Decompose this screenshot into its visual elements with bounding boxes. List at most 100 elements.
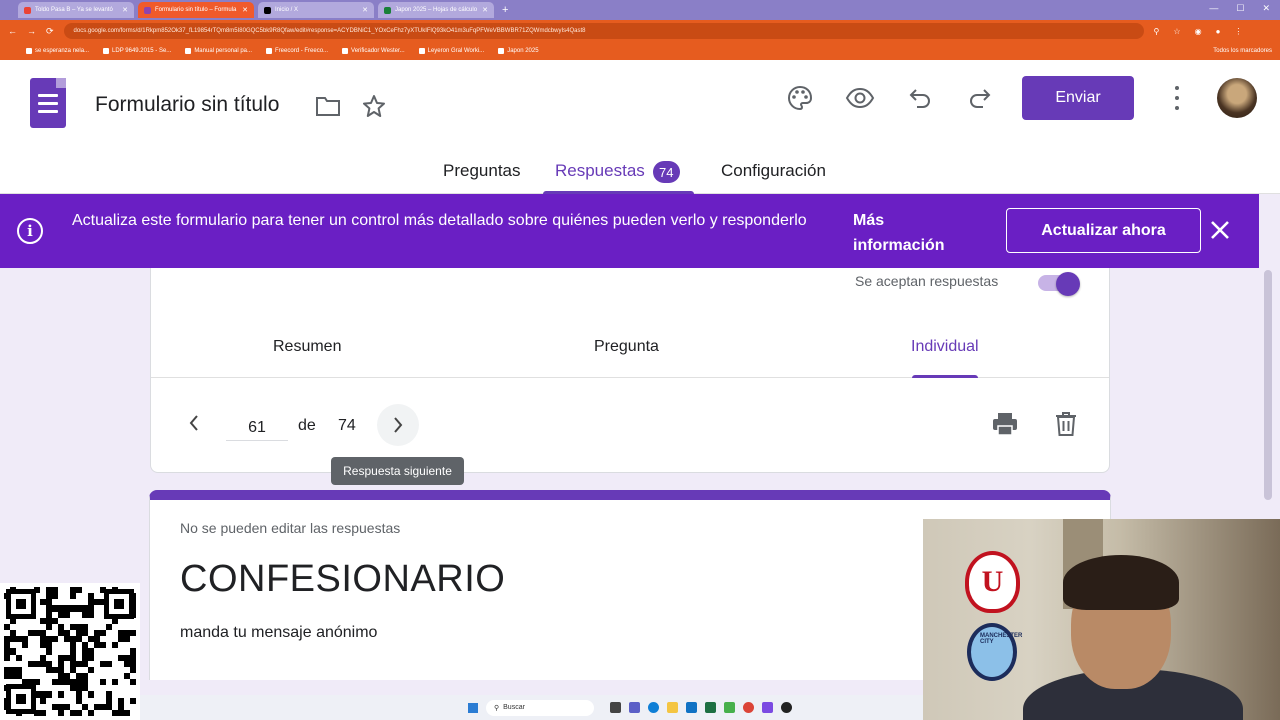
logo-line: [38, 102, 58, 105]
reload-icon[interactable]: ⟳: [46, 26, 54, 37]
browser-tab[interactable]: Inicio / X ✕: [258, 2, 374, 18]
windows-start-icon[interactable]: [468, 702, 478, 713]
close-tab-icon[interactable]: ✕: [122, 6, 128, 14]
close-tab-icon[interactable]: ✕: [242, 6, 248, 14]
bookmark-icon: [342, 48, 349, 54]
browser-tab-strip: Toldo Pasa B – Ya se levantó ✕ Formulario…: [0, 0, 1280, 20]
logo-line: [38, 110, 58, 113]
maximize-icon[interactable]: ☐: [1236, 3, 1244, 14]
taskbar-search[interactable]: ⚲ Buscar: [486, 699, 594, 716]
app-icon[interactable]: [724, 702, 735, 713]
bookmark-item[interactable]: Verificador Wester...: [342, 48, 405, 54]
extension-icon[interactable]: ◉: [1195, 27, 1202, 36]
bookmark-item[interactable]: LDP 9649.2015 - Se...: [103, 48, 171, 54]
edge-icon[interactable]: [648, 702, 659, 713]
qr-finder-pattern: [104, 589, 134, 619]
tab-settings[interactable]: Configuración: [721, 156, 826, 194]
tab-summary[interactable]: Resumen: [273, 338, 341, 356]
tab-question[interactable]: Pregunta: [594, 338, 659, 356]
more-info-link[interactable]: Más información: [853, 208, 973, 258]
browser-tab[interactable]: Japon 2025 – Hojas de cálculo ✕: [378, 2, 494, 18]
browser-tab[interactable]: Toldo Pasa B – Ya se levantó ✕: [18, 2, 134, 18]
print-icon[interactable]: [991, 411, 1019, 442]
form-title[interactable]: Formulario sin título: [95, 93, 279, 117]
redo-icon[interactable]: [966, 84, 994, 112]
tab-favicon-icon: [24, 6, 31, 14]
tab-label: Japon 2025 – Hojas de cálculo: [395, 7, 478, 13]
form-description: manda tu mensaje anónimo: [180, 624, 378, 641]
info-icon: i: [17, 218, 43, 244]
close-banner-icon[interactable]: [1210, 216, 1230, 247]
bookmark-item[interactable]: Freecord - Freeco...: [266, 48, 328, 54]
move-to-folder-icon[interactable]: [313, 92, 343, 120]
bookmark-item[interactable]: Japon 2025: [498, 48, 539, 54]
send-button[interactable]: Enviar: [1022, 76, 1134, 120]
tab-questions-label: Preguntas: [443, 161, 521, 180]
tab-responses[interactable]: Respuestas 74: [543, 156, 694, 194]
close-tab-icon[interactable]: ✕: [482, 6, 488, 14]
accepting-responses-toggle[interactable]: [1034, 272, 1082, 296]
preview-eye-icon[interactable]: [844, 84, 876, 112]
bookmark-icon: [418, 48, 425, 54]
man-city-crest: MANCHESTER CITY: [967, 623, 1022, 681]
back-icon[interactable]: ←: [8, 26, 17, 36]
cannot-edit-notice: No se pueden editar las respuestas: [180, 520, 401, 536]
bookmark-label: Freecord - Freeco...: [275, 48, 329, 54]
tab-favicon-icon: [384, 6, 391, 14]
file-explorer-icon[interactable]: [667, 702, 678, 713]
previous-response-icon[interactable]: [187, 412, 201, 439]
all-bookmarks-link[interactable]: Todos los marcadores: [1213, 48, 1272, 54]
forms-header: Formulario sin título Enviar Preguntas R…: [0, 60, 1280, 194]
minimize-icon[interactable]: —: [1209, 3, 1218, 14]
browser-tab-active[interactable]: Formulario sin título – Formula ✕: [138, 2, 254, 18]
tab-responses-label: Respuestas: [555, 161, 645, 180]
customize-theme-icon[interactable]: [786, 84, 814, 112]
update-now-button[interactable]: Actualizar ahora: [1006, 208, 1201, 253]
task-view-icon[interactable]: [610, 702, 621, 713]
avatar[interactable]: [1217, 78, 1257, 118]
response-pager: de 74: [151, 403, 1109, 446]
excel-icon[interactable]: [705, 702, 716, 713]
profile-icon[interactable]: ●: [1216, 27, 1221, 36]
form-nav-tabs: Preguntas Respuestas 74 Configuración: [0, 156, 1280, 194]
forward-icon[interactable]: →: [27, 26, 36, 36]
tab-individual[interactable]: Individual: [911, 338, 979, 378]
bookmark-item[interactable]: Leyeron Gral Worki...: [418, 48, 484, 54]
obs-icon[interactable]: [781, 702, 792, 713]
responses-count-badge: 74: [652, 161, 680, 183]
store-icon[interactable]: [686, 702, 697, 713]
universitario-crest: U: [965, 551, 1020, 613]
url-field[interactable]: docs.google.com/forms/d/1Rkpm852Ok37_fL1…: [63, 23, 1144, 39]
bookmark-item[interactable]: Manual personal pa...: [185, 48, 252, 54]
zoom-icon[interactable]: ⚲: [1154, 27, 1160, 36]
address-bar-icons: ⚲ ☆ ◉ ● ⋮: [1154, 27, 1243, 36]
next-response-icon[interactable]: [377, 404, 419, 446]
star-icon[interactable]: [360, 92, 388, 120]
crest-text: MANCHESTER CITY: [980, 633, 1023, 645]
teams-icon[interactable]: [629, 702, 640, 713]
pager-total: 74: [338, 417, 356, 434]
more-options-icon[interactable]: [1170, 86, 1184, 110]
chrome-icon[interactable]: [743, 702, 754, 713]
undo-icon[interactable]: [906, 84, 934, 112]
qr-code: [0, 583, 140, 720]
forms-logo-icon[interactable]: [30, 78, 66, 128]
browser-menu-icon[interactable]: ⋮: [1234, 27, 1242, 36]
app-icon[interactable]: [762, 702, 773, 713]
page-scrollbar[interactable]: [1264, 270, 1272, 500]
pager-of-label: de: [298, 417, 316, 434]
qr-finder-pattern: [6, 684, 36, 714]
response-number-input[interactable]: [226, 415, 288, 441]
bookmark-item[interactable]: se esperanza nela...: [26, 48, 89, 54]
update-banner: i Actualiza este formulario para tener u…: [0, 194, 1259, 268]
tab-questions[interactable]: Preguntas: [443, 156, 521, 194]
responses-card: Se aceptan respuestas Resumen Pregunta I…: [150, 268, 1110, 473]
taskbar-search-label: Buscar: [503, 704, 525, 711]
new-tab-button[interactable]: +: [502, 4, 508, 16]
delete-response-icon[interactable]: [1054, 411, 1078, 442]
close-window-icon[interactable]: ✕: [1262, 3, 1270, 14]
window-controls: — ☐ ✕: [1209, 3, 1270, 14]
close-tab-icon[interactable]: ✕: [362, 6, 368, 14]
bookmark-star-icon[interactable]: ☆: [1173, 27, 1180, 36]
tab-label: Inicio / X: [275, 7, 299, 13]
